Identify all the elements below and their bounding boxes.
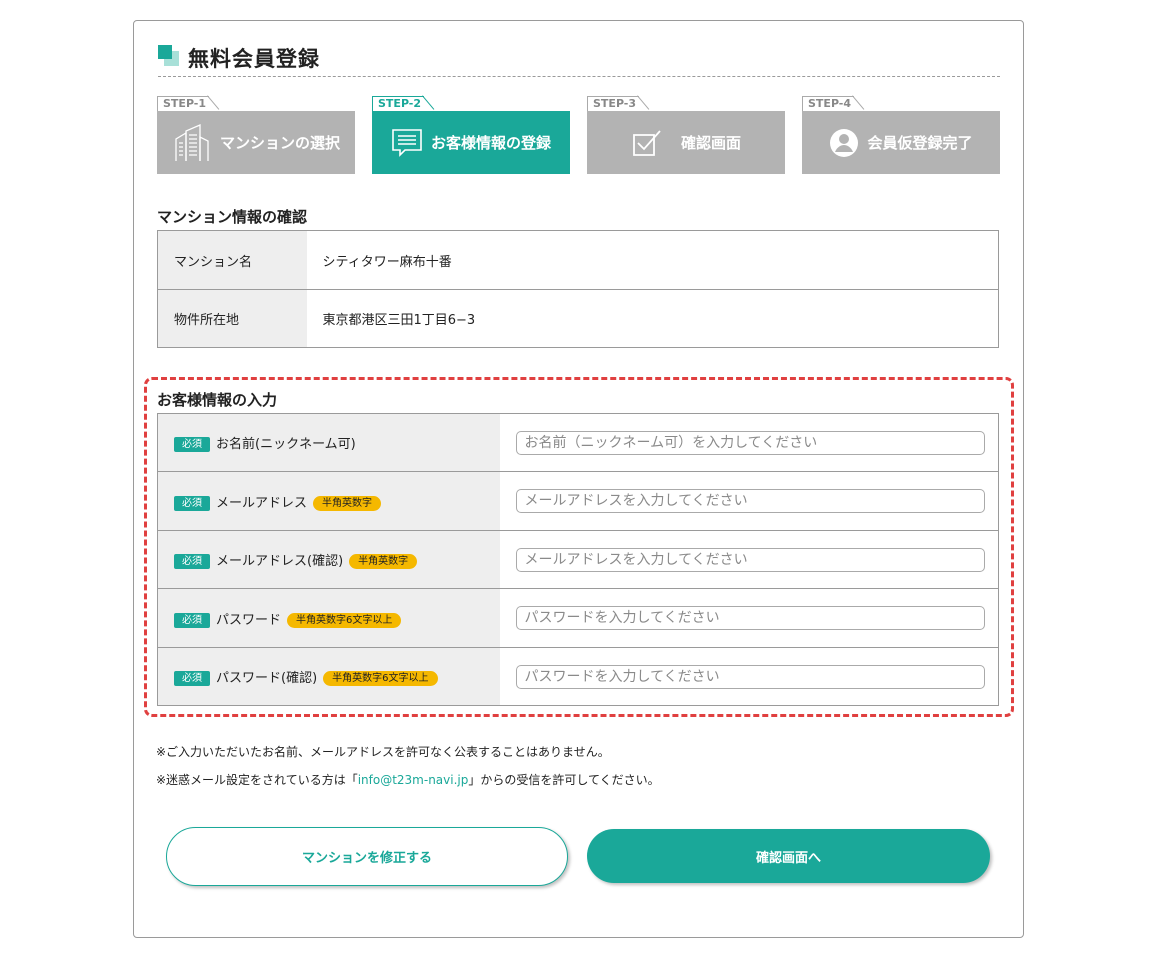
required-badge: 必須 (174, 554, 210, 569)
step-2-tab: STEP-2 (378, 97, 422, 110)
password-confirm-label: パスワード(確認) (216, 671, 318, 686)
step-4-tab: STEP-4 (808, 97, 852, 110)
mansion-name-label: マンション名 (157, 230, 307, 290)
spam-note: ※迷惑メール設定をされている方は「info@t23m-navi.jp」からの受信… (156, 773, 660, 787)
form-row-password: 必須 パスワード 半角英数字6文字以上 (157, 588, 999, 648)
step-4: STEP-4 会員仮登録完了 (802, 95, 1000, 174)
format-badge: 半角英数字6文字以上 (287, 612, 402, 628)
step-3: STEP-3 確認画面 (587, 95, 785, 174)
edit-mansion-button[interactable]: マンションを修正する (166, 827, 568, 886)
form-icon (392, 128, 422, 157)
format-badge: 半角英数字6文字以上 (323, 671, 438, 686)
mansion-section-title: マンション情報の確認 (157, 208, 308, 226)
checkbox-icon (633, 129, 661, 156)
table-row: マンション名 シティタワー麻布十番 (157, 230, 999, 290)
step-1-tab: STEP-1 (163, 97, 207, 110)
email-confirm-input[interactable] (515, 547, 985, 572)
email-link[interactable]: info@t23m-navi.jp (358, 773, 469, 787)
password-confirm-input[interactable] (515, 664, 985, 689)
user-icon (830, 128, 859, 157)
required-badge: 必須 (174, 495, 210, 511)
form-row-name: 必須 お名前(ニックネーム可) (157, 413, 999, 472)
step-2-label: お客様情報の登録 (430, 134, 551, 152)
form-row-email: 必須 メールアドレス 半角英数字 (157, 471, 999, 531)
name-label: お名前(ニックネーム可) (216, 437, 356, 452)
form-row-email-confirm: 必須 メールアドレス(確認) 半角英数字 (157, 530, 999, 589)
name-input[interactable] (515, 430, 985, 455)
step-3-label: 確認画面 (680, 134, 741, 152)
step-3-tab: STEP-3 (593, 97, 637, 110)
address-value: 東京都港区三田1丁目6−3 (306, 289, 999, 348)
table-row: 物件所在地 東京都港区三田1丁目6−3 (157, 289, 999, 348)
step-1-label: マンションの選択 (219, 134, 340, 152)
form-row-password-confirm: 必須 パスワード(確認) 半角英数字6文字以上 (157, 647, 999, 706)
customer-form-table: 必須お名前(ニックネーム可) 必須メールアドレス半角英数字 必須メールアドレス(… (157, 413, 999, 706)
step-2: STEP-2 お客様情報の登録 (372, 95, 570, 174)
email-label: メールアドレス (216, 495, 308, 511)
required-badge: 必須 (174, 437, 210, 452)
required-badge: 必須 (174, 671, 210, 686)
password-input[interactable] (515, 606, 985, 630)
customer-section-title: お客様情報の入力 (157, 391, 278, 409)
notes: ※ご入力いただいたお名前、メールアドレスを許可なく公表することはありません。 ※… (156, 738, 660, 794)
page-title: 無料会員登録 (188, 47, 320, 71)
mansion-info-table: マンション名 シティタワー麻布十番 物件所在地 東京都港区三田1丁目6−3 (157, 230, 999, 348)
step-1: STEP-1 マンションの選択 (157, 95, 355, 174)
confirm-button[interactable]: 確認画面へ (587, 829, 990, 883)
email-input[interactable] (515, 489, 985, 513)
required-badge: 必須 (174, 612, 210, 628)
square-bullet-icon (158, 45, 180, 67)
mansion-name-value: シティタワー麻布十番 (306, 230, 999, 290)
email-confirm-label: メールアドレス(確認) (216, 554, 344, 569)
format-badge: 半角英数字 (349, 554, 418, 569)
page-header: 無料会員登録 (158, 45, 1000, 77)
privacy-note: ※ご入力いただいたお名前、メールアドレスを許可なく公表することはありません。 (156, 745, 610, 759)
building-icon (175, 123, 209, 161)
address-label: 物件所在地 (157, 289, 307, 348)
step-4-label: 会員仮登録完了 (867, 134, 973, 152)
format-badge: 半角英数字 (313, 495, 382, 511)
step-indicator: STEP-1 マンションの選択 STEP-2 お客様情報の登録 STEP-3 確… (157, 95, 1000, 176)
password-label: パスワード (216, 612, 282, 628)
